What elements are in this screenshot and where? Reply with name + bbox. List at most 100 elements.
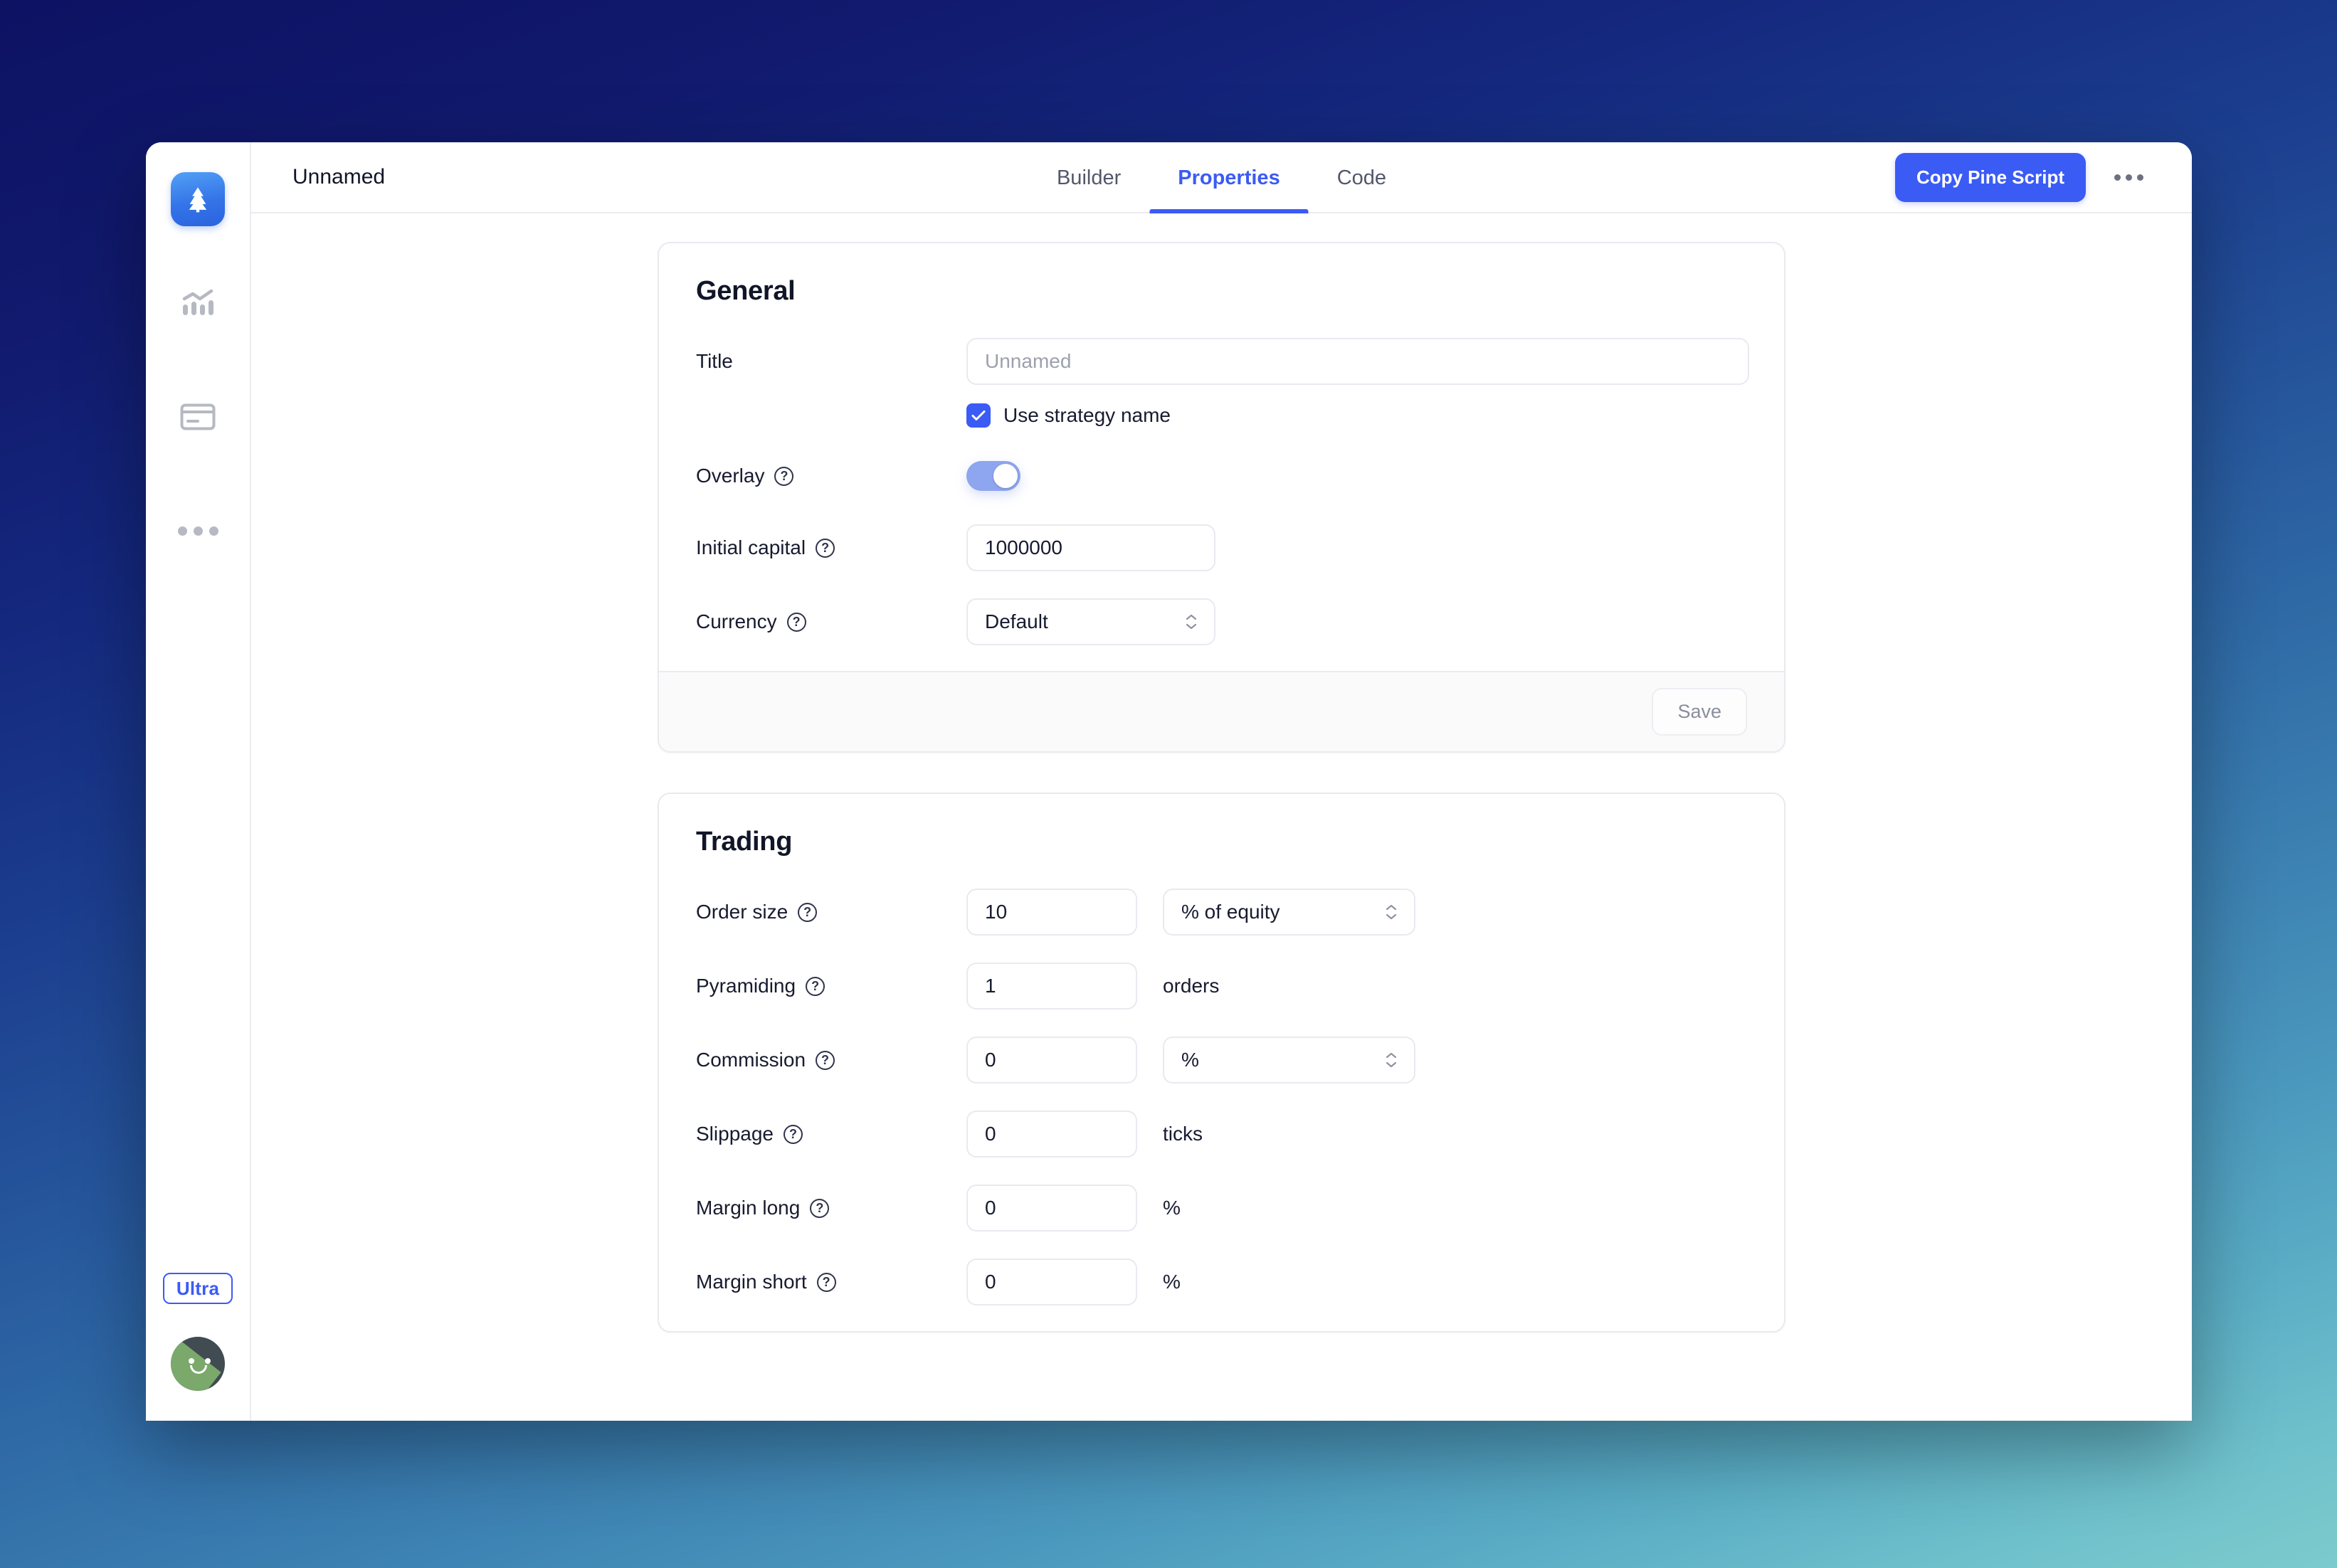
currency-select-value: Default [985, 610, 1048, 632]
initial-capital-help-icon[interactable]: ? [816, 538, 835, 558]
row-overlay: Overlay ? [696, 455, 1747, 497]
fields-margin-short: 0 % [966, 1259, 1181, 1305]
label-margin-short: Margin short ? [696, 1271, 966, 1293]
tab-bar: Builder Properties Code [1028, 142, 1415, 213]
label-initial-capital-text: Initial capital [696, 536, 806, 558]
label-title: Title [696, 350, 966, 373]
trading-card-body: Trading Order size ? 10 % of equity Pyra… [659, 794, 1784, 1331]
initial-capital-input[interactable]: 1000000 [966, 524, 1215, 571]
document-title: Unnamed [292, 165, 386, 189]
pine-tree-icon [189, 187, 207, 213]
sidebar-item-more[interactable] [146, 495, 250, 566]
label-order-size-text: Order size [696, 901, 788, 923]
chevron-updown-icon [1386, 904, 1397, 920]
properties-content: General Title Unnamed Use strategy name … [251, 213, 2192, 1421]
use-strategy-name-row[interactable]: Use strategy name [966, 403, 1747, 428]
row-commission: Commission ? 0 % [696, 1037, 1747, 1084]
trading-section-title: Trading [696, 827, 793, 857]
chart-bars-icon [182, 289, 213, 315]
fields-pyramiding: 1 orders [966, 963, 1219, 1010]
row-currency: Currency ? Default [696, 598, 1747, 645]
top-bar-actions: Copy Pine Script [1894, 142, 2151, 212]
fields-order-size: 10 % of equity [966, 889, 1415, 936]
commission-unit-select[interactable]: % [1163, 1037, 1415, 1084]
label-slippage: Slippage ? [696, 1123, 966, 1145]
tab-properties[interactable]: Properties [1149, 142, 1309, 213]
overlay-toggle-knob [993, 464, 1018, 488]
tab-builder[interactable]: Builder [1028, 142, 1149, 213]
fields-currency: Default [966, 598, 1215, 645]
row-margin-long: Margin long ? 0 % [696, 1185, 1747, 1231]
pyramiding-input[interactable]: 1 [966, 963, 1137, 1010]
row-initial-capital: Initial capital ? 1000000 [696, 524, 1747, 571]
label-overlay-text: Overlay [696, 465, 765, 487]
currency-select[interactable]: Default [966, 598, 1215, 645]
row-title: Title Unnamed [696, 338, 1749, 385]
sidebar-item-analytics[interactable] [146, 267, 250, 339]
top-bar: Unnamed Builder Properties Code Copy Pin… [251, 142, 2192, 213]
order-size-unit-value: % of equity [1181, 901, 1280, 923]
label-pyramiding-text: Pyramiding [696, 975, 796, 997]
order-size-input[interactable]: 10 [966, 889, 1137, 936]
kebab-menu-icon[interactable] [2107, 164, 2151, 191]
label-initial-capital: Initial capital ? [696, 536, 966, 559]
sidebar-item-billing[interactable] [146, 381, 250, 452]
plan-badge-ultra[interactable]: Ultra [162, 1273, 233, 1304]
label-overlay: Overlay ? [696, 465, 966, 487]
general-card: General Title Unnamed Use strategy name … [658, 242, 1785, 753]
more-dots-icon [177, 526, 218, 536]
fields-margin-long: 0 % [966, 1185, 1181, 1231]
row-pyramiding: Pyramiding ? 1 orders [696, 963, 1747, 1010]
sidebar-footer: Ultra [146, 1273, 250, 1391]
row-slippage: Slippage ? 0 ticks [696, 1111, 1747, 1158]
use-strategy-name-checkbox[interactable] [966, 403, 991, 428]
tab-code[interactable]: Code [1309, 142, 1415, 213]
title-input[interactable]: Unnamed [966, 338, 1749, 385]
margin-short-unit-label: % [1163, 1271, 1181, 1293]
margin-short-help-icon[interactable]: ? [816, 1272, 836, 1292]
pyramiding-unit-label: orders [1163, 975, 1220, 997]
overlay-toggle[interactable] [966, 461, 1020, 491]
slippage-help-icon[interactable]: ? [783, 1124, 803, 1144]
general-section-title: General [696, 276, 796, 306]
margin-long-unit-label: % [1163, 1197, 1181, 1219]
avatar-eye-left [189, 1358, 194, 1364]
label-currency-text: Currency [696, 610, 777, 632]
pyramiding-help-icon[interactable]: ? [806, 976, 825, 996]
fields-overlay [966, 461, 1020, 491]
row-order-size: Order size ? 10 % of equity [696, 889, 1747, 936]
order-size-help-icon[interactable]: ? [798, 902, 818, 922]
label-margin-long: Margin long ? [696, 1197, 966, 1219]
label-commission-text: Commission [696, 1049, 806, 1071]
margin-long-help-icon[interactable]: ? [810, 1198, 830, 1218]
avatar-eye-right [205, 1358, 211, 1364]
commission-input[interactable]: 0 [966, 1037, 1137, 1084]
chevron-updown-icon [1186, 614, 1197, 630]
label-currency: Currency ? [696, 610, 966, 633]
copy-pine-script-button[interactable]: Copy Pine Script [1894, 152, 2086, 202]
slippage-unit-label: ticks [1163, 1123, 1203, 1145]
user-avatar[interactable] [171, 1337, 225, 1391]
fields-commission: 0 % [966, 1037, 1415, 1084]
row-margin-short: Margin short ? 0 % [696, 1259, 1747, 1305]
overlay-help-icon[interactable]: ? [774, 466, 794, 486]
label-title-text: Title [696, 350, 733, 372]
general-card-footer: Save [659, 671, 1784, 751]
slippage-input[interactable]: 0 [966, 1111, 1137, 1158]
order-size-unit-select[interactable]: % of equity [1163, 889, 1415, 936]
margin-long-input[interactable]: 0 [966, 1185, 1137, 1231]
label-margin-long-text: Margin long [696, 1197, 801, 1219]
label-slippage-text: Slippage [696, 1123, 774, 1145]
label-commission: Commission ? [696, 1049, 966, 1071]
pine-tree-logo[interactable] [171, 172, 225, 226]
trading-card: Trading Order size ? 10 % of equity Pyra… [658, 793, 1785, 1333]
check-icon [971, 410, 986, 420]
label-pyramiding: Pyramiding ? [696, 975, 966, 997]
use-strategy-name-label: Use strategy name [1003, 404, 1171, 426]
commission-help-icon[interactable]: ? [816, 1050, 835, 1070]
left-sidebar: Ultra [146, 142, 251, 1421]
main-area: Unnamed Builder Properties Code Copy Pin… [251, 142, 2192, 1421]
currency-help-icon[interactable]: ? [786, 612, 806, 632]
margin-short-input[interactable]: 0 [966, 1259, 1137, 1305]
save-button[interactable]: Save [1652, 688, 1747, 736]
